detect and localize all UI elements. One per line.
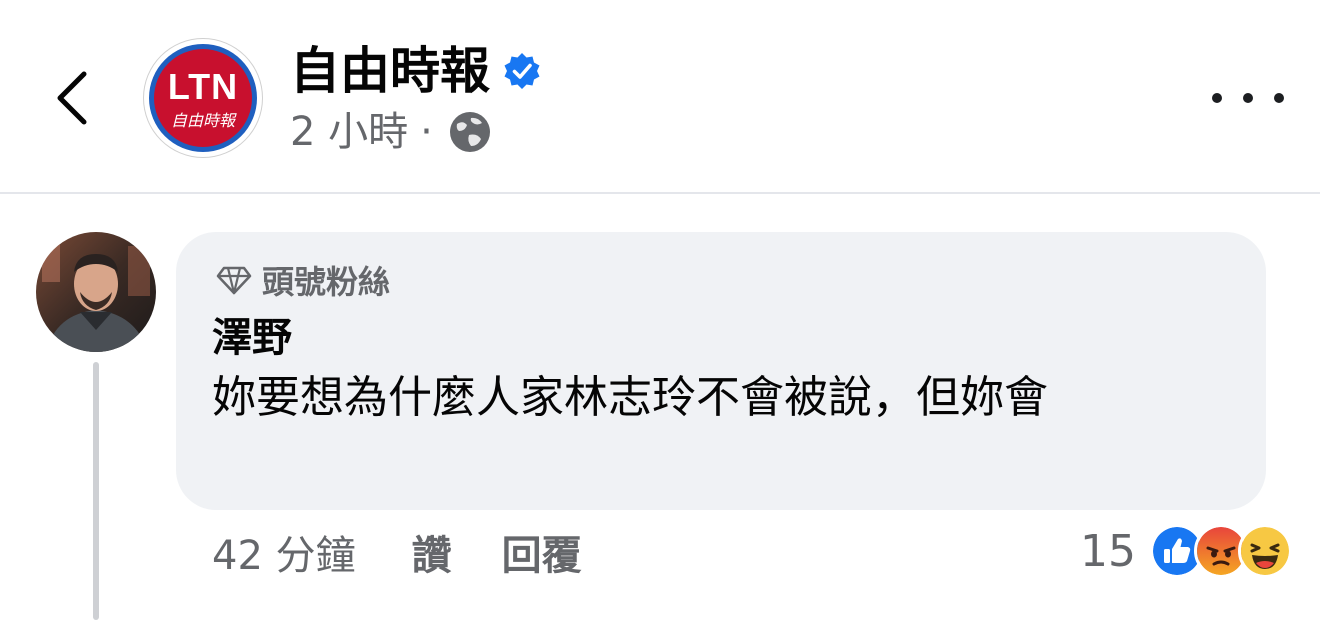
back-button[interactable]: [46, 64, 96, 132]
top-fan-badge: 頭號粉絲: [216, 254, 390, 306]
page-name-row: 自由時報: [290, 40, 542, 102]
chevron-left-icon: [57, 71, 87, 125]
meta-separator: ·: [420, 109, 433, 155]
like-button[interactable]: 讚: [412, 523, 452, 581]
page-name[interactable]: 自由時報: [290, 40, 490, 102]
avatar-photo: [36, 232, 156, 352]
reaction-count: 15: [1080, 525, 1136, 577]
post-timestamp[interactable]: 2 小時: [290, 106, 408, 158]
post-header: LTN 自由時報 自由時報 2 小時 ·: [0, 0, 1320, 194]
verified-badge-icon: [504, 53, 540, 89]
globe-icon: [449, 112, 490, 152]
badge-label: 頭號粉絲: [262, 263, 391, 301]
comment-timestamp[interactable]: 42 分鐘: [212, 523, 356, 581]
haha-reaction-icon: [1238, 524, 1292, 578]
ltn-logo: LTN 自由時報: [154, 49, 252, 147]
page-avatar[interactable]: LTN 自由時報: [143, 38, 263, 158]
more-options-button[interactable]: [1212, 78, 1284, 118]
comment-actions: 42 分鐘 讚 回覆: [212, 524, 582, 580]
logo-main-text: LTN: [167, 66, 239, 107]
reaction-summary[interactable]: 15: [1080, 522, 1292, 580]
comment-text: 妳要想為什麼人家林志玲不會被說，但妳會: [212, 372, 1048, 423]
thread-line: [93, 362, 99, 620]
diamond-icon: [216, 266, 252, 295]
comment-author[interactable]: 澤野: [212, 312, 292, 364]
commenter-avatar[interactable]: [36, 232, 156, 352]
post-meta: 2 小時 ·: [290, 106, 493, 158]
reply-button[interactable]: 回覆: [502, 523, 582, 581]
more-dots-icon: [1212, 93, 1222, 103]
logo-sub-text: 自由時報: [170, 111, 235, 130]
